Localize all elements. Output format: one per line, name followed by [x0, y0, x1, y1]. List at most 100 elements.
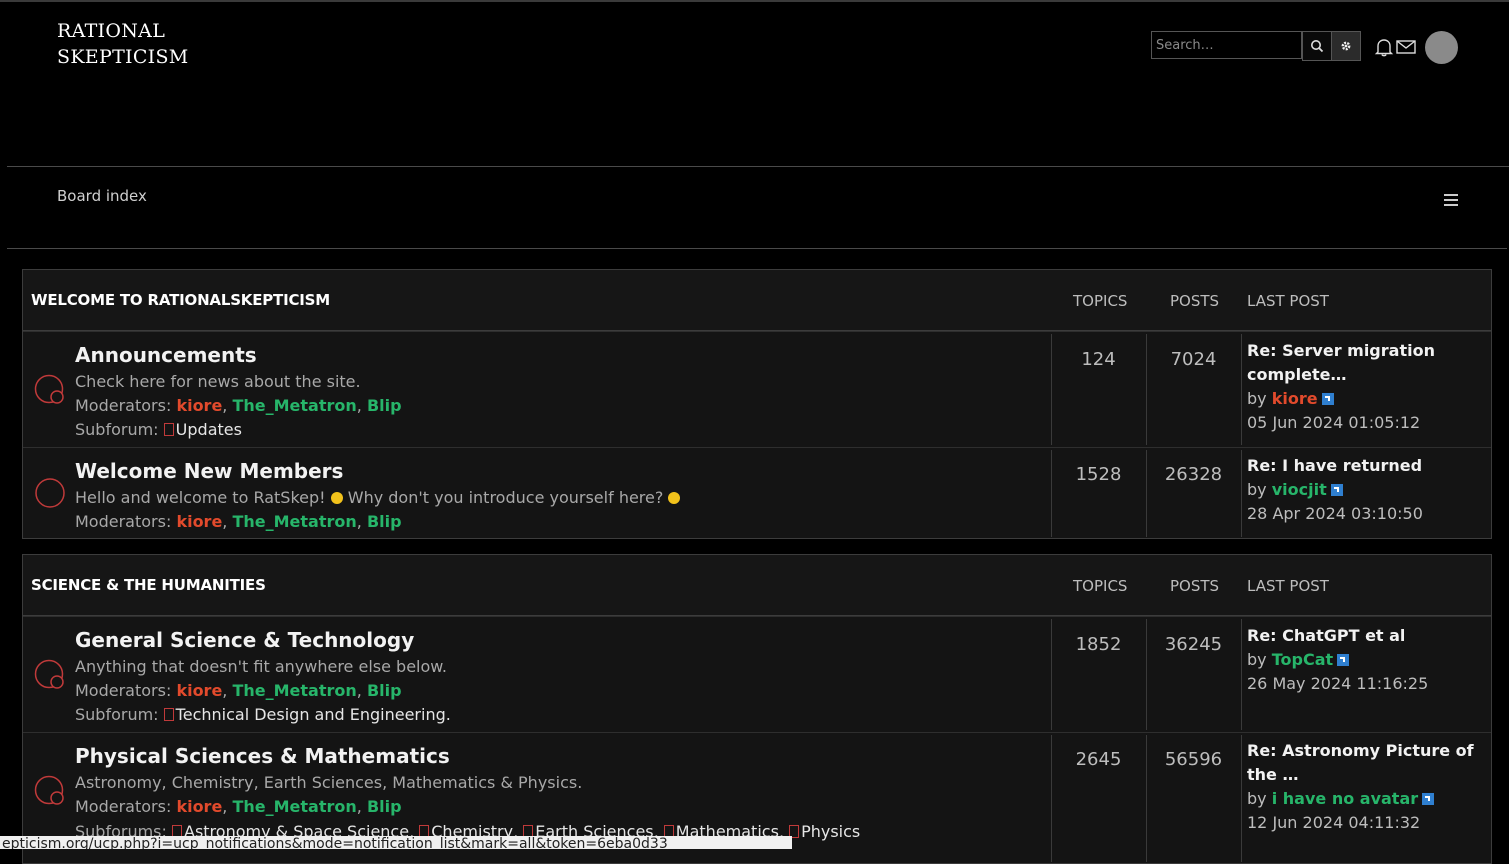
subforum-link[interactable]: Technical Design and Engineering.: [176, 705, 451, 724]
nav-divider: [7, 248, 1507, 249]
moderator-link[interactable]: Blip: [367, 512, 402, 531]
last-post: Re: I have returned by viocjit 28 Apr 20…: [1247, 454, 1487, 526]
forum-moderators: Moderators: kiore, The_Metatron, Blip: [75, 512, 402, 531]
posts-count: 26328: [1164, 464, 1223, 485]
smile-emoji-icon: [668, 492, 681, 504]
moderator-link[interactable]: The_Metatron: [232, 797, 356, 816]
forum-moderators: Moderators: kiore, The_Metatron, Blip: [75, 396, 402, 415]
col-posts: POSTS: [1170, 577, 1220, 595]
messages-button[interactable]: [1395, 36, 1417, 58]
column-divider: [1241, 735, 1242, 862]
subforum-icon: [163, 708, 174, 721]
last-post-time: 12 Jun 2024 04:11:32: [1247, 813, 1421, 832]
grin-emoji-icon: [330, 492, 343, 504]
posts-count: 36245: [1164, 634, 1223, 655]
category-header: WELCOME TO RATIONALSKEPTICISM TOPICS POS…: [23, 270, 1491, 331]
logo-line-1: RATIONAL: [57, 20, 166, 42]
last-post-time: 28 Apr 2024 03:10:50: [1247, 504, 1423, 523]
forum-description: Check here for news about the site.: [75, 372, 361, 391]
last-post-by: by: [1247, 389, 1267, 408]
forum-row: Welcome New Members Hello and welcome to…: [23, 447, 1491, 539]
breadcrumb-board-index[interactable]: Board index: [57, 187, 147, 205]
subforum-label: Subforum:: [75, 705, 159, 724]
posts-count: 7024: [1170, 349, 1217, 370]
menu-button[interactable]: [1444, 191, 1458, 210]
moderators-label: Moderators:: [75, 512, 172, 531]
forum-description: Anything that doesn't fit anywhere else …: [75, 657, 447, 676]
forum-description-part: Why don't you introduce yourself here?: [347, 488, 664, 507]
site-logo[interactable]: RATIONAL SKEPTICISM: [57, 18, 189, 70]
subforum-link[interactable]: Physics: [801, 822, 860, 841]
last-post-title[interactable]: Re: ChatGPT et al: [1247, 626, 1405, 645]
last-post-author[interactable]: viocjit: [1272, 480, 1327, 499]
last-post-title[interactable]: Re: I have returned: [1247, 456, 1422, 475]
moderator-link[interactable]: The_Metatron: [232, 396, 356, 415]
forum-title[interactable]: Physical Sciences & Mathematics: [75, 744, 450, 768]
subforum-link[interactable]: Updates: [176, 420, 242, 439]
category-science: SCIENCE & THE HUMANITIES TOPICS POSTS LA…: [22, 554, 1492, 864]
topics-count: 2645: [1075, 749, 1122, 770]
category-title[interactable]: WELCOME TO RATIONALSKEPTICISM: [31, 291, 330, 309]
moderators-label: Moderators:: [75, 396, 172, 415]
logo-line-2: SKEPTICISM: [57, 46, 189, 68]
moderator-link[interactable]: Blip: [367, 396, 402, 415]
moderator-link[interactable]: Blip: [367, 681, 402, 700]
advanced-search-button[interactable]: [1331, 31, 1361, 61]
last-post: Re: ChatGPT et al by TopCat 26 May 2024 …: [1247, 624, 1487, 696]
moderator-link[interactable]: The_Metatron: [232, 512, 356, 531]
forum-read-icon: [34, 374, 64, 404]
forum-subforums: Subforum: Technical Design and Engineeri…: [75, 705, 451, 724]
moderator-link[interactable]: kiore: [176, 512, 222, 531]
forum-row: General Science & Technology Anything th…: [23, 616, 1491, 732]
moderator-link[interactable]: The_Metatron: [232, 681, 356, 700]
topics-count: 1852: [1075, 634, 1122, 655]
col-topics: TOPICS: [1073, 292, 1128, 310]
browser-status-bar-url: epticism.org/ucp.php?i=ucp_notifications…: [0, 836, 792, 849]
last-post-title[interactable]: Re: Astronomy Picture of the …: [1247, 741, 1474, 784]
forum-description-part: Hello and welcome to RatSkep!: [75, 488, 326, 507]
last-post-author[interactable]: kiore: [1272, 389, 1318, 408]
last-post-title[interactable]: Re: Server migration complete…: [1247, 341, 1435, 384]
col-last-post: LAST POST: [1247, 292, 1329, 310]
moderators-label: Moderators:: [75, 797, 172, 816]
view-latest-post-icon[interactable]: [1321, 393, 1334, 405]
forum-title[interactable]: Announcements: [75, 343, 257, 367]
top-border: [0, 0, 1509, 2]
mail-icon: [1396, 40, 1416, 54]
gear-icon: [1341, 41, 1351, 51]
notifications-button[interactable]: [1373, 36, 1395, 58]
moderator-link[interactable]: kiore: [176, 797, 222, 816]
forum-moderators: Moderators: kiore, The_Metatron, Blip: [75, 797, 402, 816]
subforum-label: Subforum:: [75, 420, 159, 439]
search-input[interactable]: [1151, 31, 1302, 59]
forum-title[interactable]: Welcome New Members: [75, 459, 343, 483]
col-topics: TOPICS: [1073, 577, 1128, 595]
last-post-time: 26 May 2024 11:16:25: [1247, 674, 1429, 693]
posts-count: 56596: [1164, 749, 1223, 770]
forum-read-icon: [34, 659, 64, 689]
hamburger-icon: [1444, 194, 1458, 206]
last-post: Re: Astronomy Picture of the … by i have…: [1247, 739, 1487, 835]
topics-count: 1528: [1075, 464, 1122, 485]
last-post: Re: Server migration complete… by kiore …: [1247, 339, 1487, 435]
view-latest-post-icon[interactable]: [1337, 654, 1350, 666]
header-divider: [7, 166, 1509, 167]
last-post-author[interactable]: TopCat: [1272, 650, 1333, 669]
col-posts: POSTS: [1170, 292, 1220, 310]
view-latest-post-icon[interactable]: [1422, 793, 1435, 805]
subforum-icon: [163, 423, 174, 436]
user-avatar[interactable]: [1425, 31, 1458, 64]
last-post-author[interactable]: i have no avatar: [1272, 789, 1418, 808]
forum-title[interactable]: General Science & Technology: [75, 628, 414, 652]
view-latest-post-icon[interactable]: [1330, 484, 1343, 496]
forum-moderators: Moderators: kiore, The_Metatron, Blip: [75, 681, 402, 700]
search-button[interactable]: [1302, 31, 1332, 61]
forum-description: Astronomy, Chemistry, Earth Sciences, Ma…: [75, 773, 583, 792]
category-title[interactable]: SCIENCE & THE HUMANITIES: [31, 576, 266, 594]
moderator-link[interactable]: kiore: [176, 396, 222, 415]
moderator-link[interactable]: kiore: [176, 681, 222, 700]
moderators-label: Moderators:: [75, 681, 172, 700]
column-divider: [1241, 450, 1242, 537]
moderator-link[interactable]: Blip: [367, 797, 402, 816]
last-post-by: by: [1247, 480, 1267, 499]
